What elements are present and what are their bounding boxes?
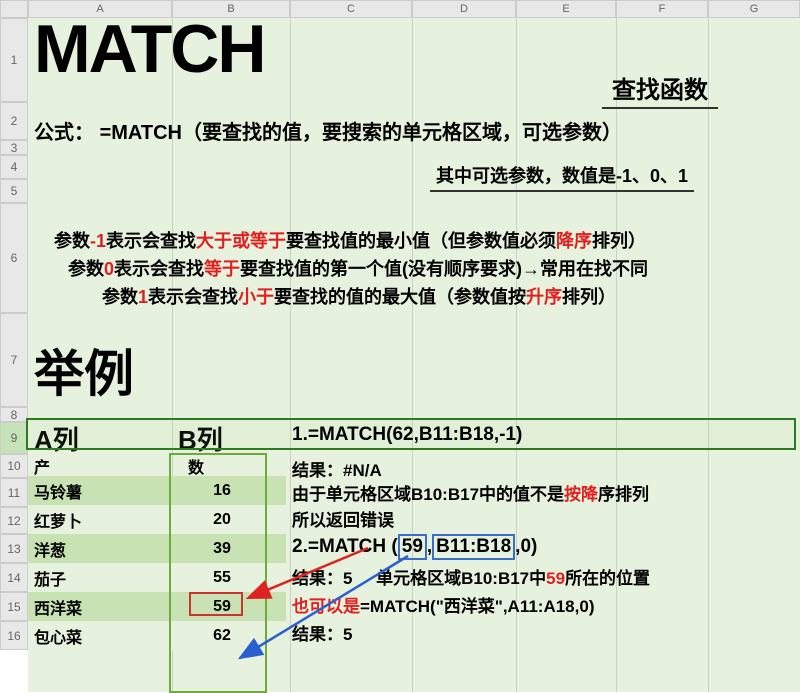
row-14[interactable]: 14 [0, 563, 28, 592]
product-cell: 马铃薯 [28, 479, 172, 503]
qty-cell: 55 [172, 569, 272, 587]
formula-2-alt: 也可以是=MATCH("西洋菜",A11:A18,0) [292, 592, 594, 617]
data-rows: 马铃薯 16 红萝卜 20 洋葱 39 茄子 55 西洋菜 59 包心菜 62 [28, 476, 286, 650]
example-title: 举例 [34, 334, 134, 406]
table-row[interactable]: 茄子 55 [28, 563, 286, 592]
explain-3: 参数1表示会查找小于要查找的值的最大值（参数值按升序排列） [102, 284, 770, 312]
row-5[interactable]: 5 [0, 179, 28, 203]
row-1[interactable]: 1 [0, 18, 28, 102]
table-row[interactable]: 包心菜 62 [28, 621, 286, 650]
row-4[interactable]: 4 [0, 155, 28, 179]
col-E[interactable]: E [516, 0, 616, 18]
optional-params: 其中可选参数，数值是-1、0、1 [430, 162, 694, 192]
subtitle: 查找函数 [602, 70, 718, 109]
row-11[interactable]: 11 [0, 478, 28, 507]
formula-text: =MATCH（要查找的值，要搜索的单元格区域，可选参数） [100, 122, 622, 144]
formula-2: 2.=MATCH (59,B11:B18,0) [292, 534, 537, 560]
row-7[interactable]: 7 [0, 313, 28, 407]
sheet-content[interactable]: MATCH 查找函数 公式： =MATCH（要查找的值，要搜索的单元格区域，可选… [28, 18, 800, 692]
qty-cell: 39 [172, 540, 272, 558]
qty-cell: 20 [172, 511, 272, 529]
explain-block: 参数-1表示会查找大于或等于要查找值的最小值（但参数值必须降序排列） 参数0表示… [54, 228, 770, 312]
result-1: 结果：#N/A [292, 456, 382, 481]
product-cell: 包心菜 [28, 624, 172, 648]
qty-cell: 16 [172, 482, 272, 500]
col-a-heading: A列 [34, 420, 79, 457]
formula-1: 1.=MATCH(62,B11:B18,-1) [292, 424, 522, 446]
table-row[interactable]: 马铃薯 16 [28, 476, 286, 505]
row-6[interactable]: 6 [0, 203, 28, 313]
row-2[interactable]: 2 [0, 102, 28, 140]
row-8[interactable]: 8 [0, 407, 28, 422]
result-2-alt: 结果：5 [292, 620, 352, 645]
explain-2: 参数0表示会查找等于要查找值的第一个值(没有顺序要求)→常用在找不同 [68, 256, 770, 284]
table-row[interactable]: 洋葱 39 [28, 534, 286, 563]
result-2: 结果：5 单元格区域B10:B17中59所在的位置 [292, 564, 650, 589]
reason-1a: 由于单元格区域B10:B17中的值不是按降序排列 [292, 480, 649, 505]
product-cell: 洋葱 [28, 537, 172, 561]
explain-1: 参数-1表示会查找大于或等于要查找值的最小值（但参数值必须降序排列） [54, 228, 770, 256]
row-12[interactable]: 12 [0, 507, 28, 534]
corner-cell [0, 0, 28, 18]
formula-label: 公式： [34, 122, 94, 144]
row-13[interactable]: 13 [0, 534, 28, 563]
product-cell: 红萝卜 [28, 508, 172, 532]
col-b-heading: B列 [178, 420, 223, 457]
qty-cell: 59 [172, 598, 272, 616]
row-9[interactable]: 9 [0, 422, 28, 454]
product-cell: 西洋菜 [28, 595, 172, 619]
table-row[interactable]: 红萝卜 20 [28, 505, 286, 534]
row-3[interactable]: 3 [0, 140, 28, 155]
table-row[interactable]: 西洋菜 59 [28, 592, 286, 621]
formula-line: 公式： =MATCH（要查找的值，要搜索的单元格区域，可选参数） [34, 116, 622, 145]
col-F[interactable]: F [616, 0, 708, 18]
page-title: MATCH [34, 10, 264, 88]
col-C[interactable]: C [290, 0, 412, 18]
col-D[interactable]: D [412, 0, 516, 18]
row-15[interactable]: 15 [0, 592, 28, 621]
col-G[interactable]: G [708, 0, 800, 18]
product-cell: 茄子 [28, 566, 172, 590]
row-headers: 1 2 3 4 5 6 7 8 9 10 11 12 13 14 15 16 [0, 18, 28, 650]
qty-cell: 62 [172, 627, 272, 645]
row-16[interactable]: 16 [0, 621, 28, 650]
row-10[interactable]: 10 [0, 454, 28, 478]
reason-1b: 所以返回错误 [292, 506, 394, 531]
